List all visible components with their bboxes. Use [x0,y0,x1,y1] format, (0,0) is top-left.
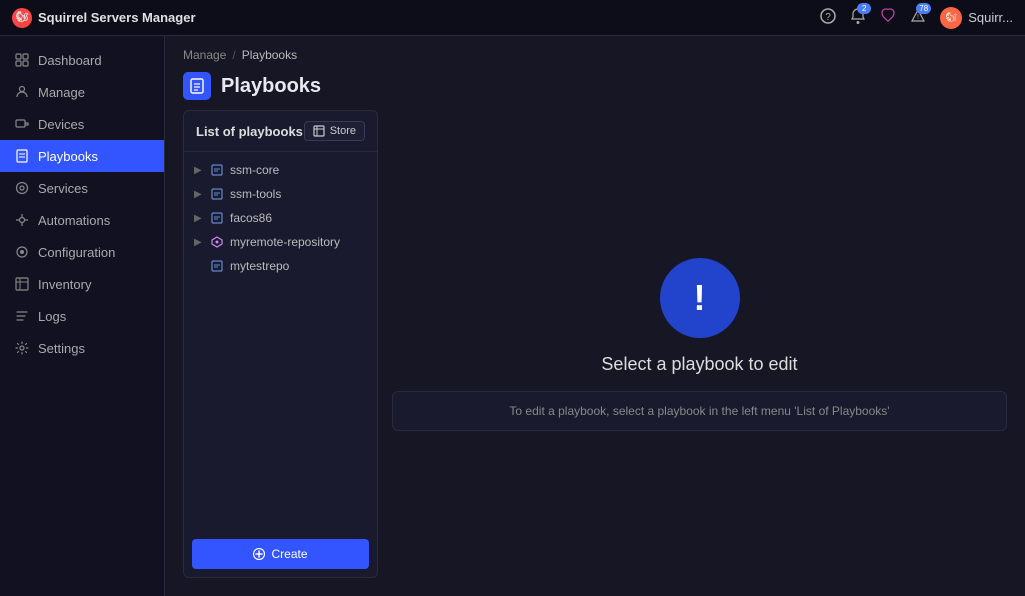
sidebar-label-settings: Settings [38,341,85,356]
playbook-name: mytestrepo [230,259,289,273]
sidebar-label-dashboard: Dashboard [38,53,102,68]
expand-icon: ▶ [194,213,204,224]
alert-badge: 78 [916,3,931,14]
hint-text: To edit a playbook, select a playbook in… [509,404,889,418]
svg-text:?: ? [825,12,831,23]
playbook-file-icon [210,187,224,201]
playbook-list: ▶ ssm-core ▶ [184,152,377,531]
playbook-file-icon [210,259,224,273]
breadcrumb-current: Playbooks [242,48,297,62]
devices-icon [14,116,30,132]
page-icon [183,72,211,100]
right-panel: ! Select a playbook to edit To edit a pl… [392,110,1007,578]
topbar: 🐿 Squirrel Servers Manager ? 2 ! [0,0,1025,36]
logs-icon [14,308,30,324]
sidebar-label-automations: Automations [38,213,110,228]
store-label: Store [330,125,356,137]
playbook-file-icon [210,163,224,177]
select-indicator-icon: ! [660,258,740,338]
select-text: Select a playbook to edit [601,354,797,375]
alert-icon[interactable]: ! 78 [910,8,926,27]
breadcrumb: Manage / Playbooks [165,36,1025,68]
sidebar-label-devices: Devices [38,117,84,132]
settings-icon [14,340,30,356]
sidebar-label-inventory: Inventory [38,277,91,292]
panel-header: List of playbooks Store [184,111,377,152]
manage-icon [14,84,30,100]
playbooks-icon [14,148,30,164]
topbar-actions: ? 2 ! 78 🐿 Squirr... [820,7,1013,29]
list-item[interactable]: ▶ ssm-core [184,158,377,182]
configuration-icon [14,244,30,260]
sidebar-label-services: Services [38,181,88,196]
store-button[interactable]: Store [304,121,365,141]
sidebar-item-manage[interactable]: Manage [0,76,164,108]
breadcrumb-separator: / [232,48,235,62]
main-content: Manage / Playbooks Playbooks List of pla [165,36,1025,596]
sidebar-item-devices[interactable]: Devices [0,108,164,140]
list-item[interactable]: ▶ ssm-tools [184,182,377,206]
playbook-file-icon [210,235,224,249]
user-avatar: 🐿 [940,7,962,29]
create-button[interactable]: Create [192,539,369,569]
app-brand[interactable]: 🐿 Squirrel Servers Manager [12,8,196,28]
automations-icon [14,212,30,228]
expand-icon: ▶ [194,189,204,200]
dashboard-icon [14,52,30,68]
playbook-file-icon [210,211,224,225]
page-header: Playbooks [165,68,1025,110]
playbook-name: facos86 [230,211,272,225]
sidebar-item-logs[interactable]: Logs [0,300,164,332]
create-label: Create [271,547,307,561]
playbook-name: ssm-tools [230,187,281,201]
list-item[interactable]: ▶ mytestrepo [184,254,377,278]
sidebar-item-automations[interactable]: Automations [0,204,164,236]
heart-icon[interactable] [880,8,896,27]
services-icon [14,180,30,196]
svg-text:!: ! [917,14,919,21]
playbooks-panel: List of playbooks Store ▶ [183,110,378,578]
page-title: Playbooks [221,75,321,98]
notifications-badge: 2 [857,3,871,14]
user-name: Squirr... [968,10,1013,25]
list-item[interactable]: ▶ facos86 [184,206,377,230]
sidebar-label-logs: Logs [38,309,66,324]
expand-icon: ▶ [194,237,204,248]
brand-icon: 🐿 [12,8,32,28]
inventory-icon [14,276,30,292]
notifications-icon[interactable]: 2 [850,8,866,27]
list-item[interactable]: ▶ myremote-repository [184,230,377,254]
sidebar-item-dashboard[interactable]: Dashboard [0,44,164,76]
app-title: Squirrel Servers Manager [38,10,196,25]
sidebar-item-services[interactable]: Services [0,172,164,204]
breadcrumb-parent[interactable]: Manage [183,48,226,62]
panel-title: List of playbooks [196,124,303,139]
expand-icon: ▶ [194,165,204,176]
user-menu[interactable]: 🐿 Squirr... [940,7,1013,29]
sidebar: Dashboard Manage Devices [0,36,165,596]
main-layout: Dashboard Manage Devices [0,36,1025,596]
sidebar-item-settings[interactable]: Settings [0,332,164,364]
content-area: List of playbooks Store ▶ [165,110,1025,596]
hint-box: To edit a playbook, select a playbook in… [392,391,1007,431]
sidebar-label-playbooks: Playbooks [38,149,98,164]
help-icon[interactable]: ? [820,8,836,27]
sidebar-item-configuration[interactable]: Configuration [0,236,164,268]
sidebar-label-manage: Manage [38,85,85,100]
sidebar-item-playbooks[interactable]: Playbooks [0,140,164,172]
playbook-name: myremote-repository [230,235,340,249]
sidebar-label-configuration: Configuration [38,245,115,260]
playbook-name: ssm-core [230,163,279,177]
sidebar-item-inventory[interactable]: Inventory [0,268,164,300]
